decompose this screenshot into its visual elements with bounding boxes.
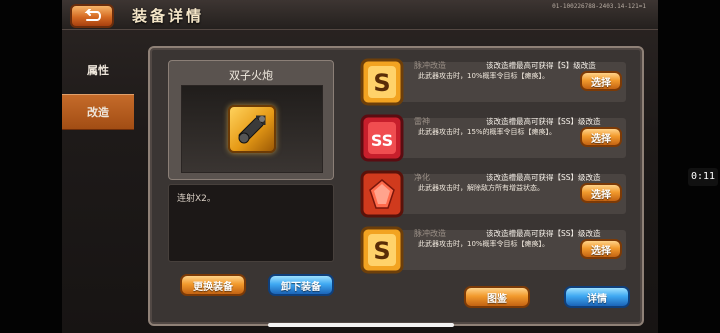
slot-description: 此武器攻击时，15%的概率令目标【瘫痪】。 (418, 128, 557, 136)
ss-grade-icon[interactable]: SS (360, 114, 404, 162)
tab-attributes[interactable]: 属性 (62, 52, 134, 88)
mod-slot: S 脉冲改造 该改造槽最高可获得【S】级改造 此武器攻击时，10%概率令目标【瘫… (360, 58, 630, 106)
page-title: 装备详情 (132, 7, 205, 25)
red-gem-icon[interactable] (360, 170, 404, 218)
slot-title: 脉冲改造 (414, 229, 446, 238)
equipment-description: 连射X2。 (168, 184, 334, 262)
select-button[interactable]: 选择 (580, 127, 622, 147)
svg-text:S: S (373, 237, 390, 265)
slot-hint: 该改造槽最高可获得【S】级改造 (486, 61, 596, 70)
header-bar: 装备详情 01-100226788-2403.14-121=1 (62, 0, 658, 30)
change-equipment-button[interactable]: 更换装备 (180, 274, 246, 296)
tab-modification[interactable]: 改造 (62, 94, 134, 130)
main-panel: 双子火炮 连射X2。 更换装备 卸下装备 S 脉冲改造 该改造槽最高可获得【S】… (148, 46, 644, 326)
s-grade-icon[interactable]: S (360, 58, 404, 106)
slot-title: 雷神 (414, 117, 430, 126)
timer-badge: 0:11 (688, 168, 718, 186)
letterbox-left (0, 0, 62, 333)
mod-slot: S 脉冲改造 该改造槽最高可获得【SS】级改造 此武器攻击时，10%概率令目标【… (360, 226, 630, 274)
select-button[interactable]: 选择 (580, 71, 622, 91)
equipment-display (181, 85, 323, 173)
slot-hint: 该改造槽最高可获得【SS】级改造 (486, 117, 601, 126)
slot-description: 此武器攻击时，10%概率令目标【瘫痪】。 (418, 72, 550, 80)
gallery-button[interactable]: 图鉴 (464, 286, 530, 308)
mod-slot: SS 雷神 该改造槽最高可获得【SS】级改造 此武器攻击时，15%的概率令目标【… (360, 114, 630, 162)
game-screen: 装备详情 01-100226788-2403.14-121=1 属性 改造 双子… (62, 0, 658, 333)
svg-text:S: S (373, 69, 390, 97)
mod-slot: 净化 该改造槽最高可获得【SS】级改造 此武器攻击时，解除敌方所有增益状态。 选… (360, 170, 630, 218)
svg-text:SS: SS (371, 131, 393, 150)
tab-modification-label: 改造 (87, 106, 109, 119)
cannon-icon[interactable] (228, 105, 276, 153)
slot-title: 脉冲改造 (414, 61, 446, 70)
return-arrow-icon (84, 9, 101, 21)
slot-hint: 该改造槽最高可获得【SS】级改造 (486, 229, 601, 238)
select-button[interactable]: 选择 (580, 239, 622, 259)
equipment-name: 双子火炮 (229, 69, 273, 82)
slot-title: 净化 (414, 173, 430, 182)
select-button[interactable]: 选择 (580, 183, 622, 203)
slot-hint: 该改造槽最高可获得【SS】级改造 (486, 173, 601, 182)
screen: 装备详情 01-100226788-2403.14-121=1 属性 改造 双子… (0, 0, 720, 333)
tab-attributes-label: 属性 (87, 64, 109, 77)
slot-description: 此武器攻击时，解除敌方所有增益状态。 (418, 184, 544, 192)
details-button[interactable]: 详情 (564, 286, 630, 308)
slot-description: 此武器攻击时，10%概率令目标【瘫痪】。 (418, 240, 550, 248)
back-button[interactable] (70, 4, 114, 28)
equipment-card: 双子火炮 (168, 60, 334, 180)
home-indicator[interactable] (268, 323, 454, 327)
letterbox-right (658, 0, 720, 333)
version-text: 01-100226788-2403.14-121=1 (552, 3, 646, 10)
s-grade-icon[interactable]: S (360, 226, 404, 274)
unequip-button[interactable]: 卸下装备 (268, 274, 334, 296)
